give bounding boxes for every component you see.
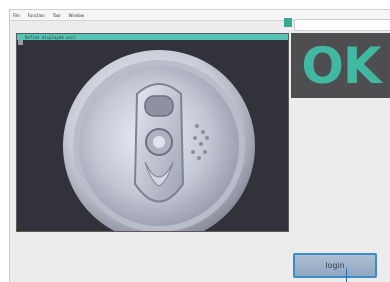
status-indicator: [284, 18, 292, 27]
callout-line: [346, 268, 347, 282]
menu-file[interactable]: File: [13, 13, 20, 18]
tab-finger-hole: [144, 95, 174, 117]
can-lid-image: [63, 50, 255, 231]
menu-tool[interactable]: Tool: [53, 13, 61, 18]
login-button[interactable]: login: [293, 253, 377, 278]
inspection-image-pane: Define displayed unit: [16, 33, 289, 232]
rivet-center: [153, 136, 165, 148]
menu-function[interactable]: Function: [28, 13, 45, 18]
top-right-field[interactable]: [294, 19, 390, 31]
image-caption-bar: Define displayed unit: [17, 34, 288, 40]
app-window: File Function Tool Window Define display…: [9, 9, 390, 282]
result-panel: OK: [291, 33, 390, 98]
corner-marker: [18, 40, 23, 45]
menu-window[interactable]: Window: [69, 13, 85, 18]
image-caption: Define displayed unit: [25, 34, 76, 40]
result-ok-text: OK: [301, 36, 381, 95]
